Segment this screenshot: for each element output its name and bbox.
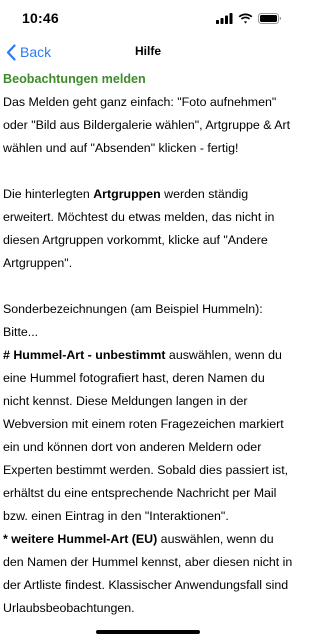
wifi-icon <box>238 13 253 23</box>
paragraph-intro: Das Melden geht ganz einfach: "Foto aufn… <box>3 95 291 155</box>
navigation-bar: Back Hilfe <box>0 36 296 68</box>
paragraph-unbestimmt: # Hummel-Art - unbestimmt auswählen, wen… <box>3 344 293 528</box>
paragraph-weitere: * weitere Hummel-Art (EU) auswählen, wen… <box>3 528 293 620</box>
bold-term-unbestimmt: # Hummel-Art - unbestimmt <box>3 348 166 362</box>
text-segment: Die hinterlegten <box>3 187 94 201</box>
paragraph-special-names: Sonderbezeichnungen (am Beispiel Hummeln… <box>3 302 263 339</box>
page-title: Hilfe <box>134 44 161 58</box>
paragraph-artgruppen: Die hinterlegten Artgruppen werden ständ… <box>3 183 293 275</box>
bold-term-weitere: * weitere Hummel-Art (EU) <box>3 532 158 546</box>
signal-icon <box>216 12 233 24</box>
battery-icon <box>258 12 281 24</box>
status-icons <box>216 12 282 24</box>
section-title: Beobachtungen melden <box>3 72 146 86</box>
text-segment: auswählen, wenn du eine Hummel fotografi… <box>3 348 289 523</box>
home-indicator <box>96 630 200 634</box>
help-content: Beobachtungen melden Das Melden geht gan… <box>3 68 293 620</box>
status-bar: 10:46 <box>0 0 296 36</box>
bold-term-artgruppen: Artgruppen <box>93 187 161 201</box>
status-time: 10:46 <box>22 10 59 26</box>
